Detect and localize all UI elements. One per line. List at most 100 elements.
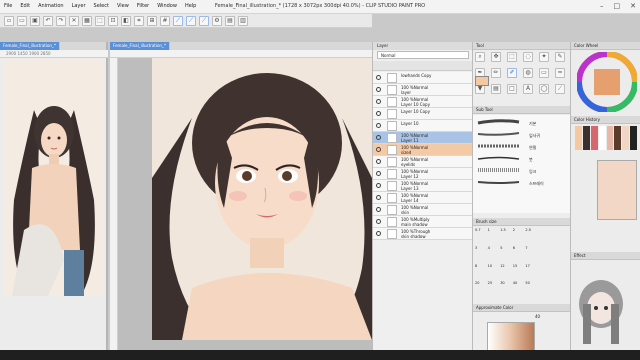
ruler-snap-icon[interactable]: ⟋ — [173, 15, 183, 26]
special-ruler-icon[interactable]: ⟋ — [186, 15, 196, 26]
grid-icon[interactable]: # — [160, 15, 170, 26]
size-option[interactable]: 5 — [500, 246, 512, 263]
figure-tool-icon[interactable]: □ — [507, 84, 517, 94]
layer-row[interactable]: 100 %Normal Layer 12 — [373, 168, 473, 180]
layer-row[interactable]: 100 %Multiply main shadow — [373, 216, 473, 228]
layer-folder-row[interactable]: 100 %Normal sized — [373, 144, 473, 156]
size-option[interactable]: 40 — [513, 281, 525, 298]
size-option[interactable]: 2 — [513, 228, 525, 245]
layer-row[interactable]: Layer 10 Copy — [373, 108, 473, 120]
size-option[interactable]: 20 — [475, 281, 487, 298]
approx-value[interactable]: 40 — [535, 314, 540, 319]
brush-stroke-preview[interactable] — [476, 178, 521, 186]
zoom-tool-icon[interactable]: ⌕ — [475, 52, 485, 62]
size-option[interactable]: 25 — [488, 281, 500, 298]
visibility-icon[interactable] — [376, 99, 381, 104]
lasso-tool-icon[interactable]: ◌ — [523, 52, 533, 62]
history-swatch[interactable] — [575, 126, 582, 150]
snap-icon[interactable]: ⊞ — [147, 15, 157, 26]
brush-stroke-preview[interactable] — [476, 154, 521, 162]
layer-row[interactable]: Layer 10 — [373, 120, 473, 132]
size-option[interactable]: 7 — [525, 246, 537, 263]
subtool-item[interactable]: 붓 — [529, 154, 544, 166]
visibility-icon[interactable] — [376, 147, 381, 152]
subtool-item[interactable]: 잎사귀 — [529, 130, 544, 142]
visibility-icon[interactable] — [376, 195, 381, 200]
layer-row[interactable]: lowhands Copy — [373, 72, 473, 84]
subtool-item[interactable]: 잉크 — [529, 166, 544, 178]
invert-icon[interactable]: ◧ — [121, 15, 131, 26]
layer-row[interactable]: 100 %Normal Layer 10 Copy — [373, 96, 473, 108]
brush-stroke-preview[interactable] — [476, 118, 521, 126]
history-swatch[interactable] — [598, 126, 606, 150]
subtool-item[interactable]: 기본 — [529, 118, 544, 130]
eraser-tool-icon[interactable]: ▭ — [539, 68, 549, 78]
text-tool-icon[interactable]: A — [523, 84, 533, 94]
layer-row[interactable]: 100 %Normal skin — [373, 204, 473, 216]
grid-snap-icon[interactable]: ⟋ — [199, 15, 209, 26]
blend-tool-icon[interactable]: ≈ — [555, 68, 565, 78]
visibility-icon[interactable] — [376, 111, 381, 116]
fill-icon[interactable]: ▦ — [82, 15, 92, 26]
move-tool-icon[interactable]: ✥ — [491, 52, 501, 62]
pencil-tool-icon[interactable]: ✏ — [491, 68, 501, 78]
history-swatch[interactable] — [630, 126, 637, 150]
size-option[interactable]: 10 — [488, 264, 500, 281]
visibility-icon[interactable] — [376, 123, 381, 128]
ruler-tool-icon[interactable]: ⟋ — [555, 84, 565, 94]
brush-tool-icon[interactable]: ✐ — [507, 68, 517, 78]
brush-stroke-preview[interactable] — [476, 142, 521, 150]
settings-icon[interactable]: ⚙ — [212, 15, 222, 26]
redo-icon[interactable]: ↷ — [56, 15, 66, 26]
layer-row[interactable]: 100 %Normal Layer 14 — [373, 192, 473, 204]
size-option[interactable]: 3 — [475, 246, 487, 263]
undo-icon[interactable]: ↶ — [43, 15, 53, 26]
visibility-icon[interactable] — [376, 87, 381, 92]
reference-thumbnail[interactable] — [597, 160, 637, 220]
maximize-icon[interactable]: □ — [614, 2, 621, 10]
layer-row-selected[interactable]: 100 %Normal Layer 11 — [373, 132, 473, 144]
visibility-icon[interactable] — [376, 207, 381, 212]
blend-mode-select[interactable]: Normal — [377, 51, 469, 59]
size-option[interactable]: 12 — [500, 264, 512, 281]
size-option[interactable]: 6 — [513, 246, 525, 263]
history-swatch[interactable] — [606, 126, 614, 150]
close-icon[interactable]: ✕ — [630, 2, 636, 10]
deselect-icon[interactable]: ⊡ — [108, 15, 118, 26]
wand-tool-icon[interactable]: ✦ — [539, 52, 549, 62]
layout-icon[interactable]: ▤ — [225, 15, 235, 26]
left-canvas[interactable] — [4, 60, 104, 296]
eyedropper-tool-icon[interactable]: ✎ — [555, 52, 565, 62]
transform-icon[interactable]: ⬚ — [95, 15, 105, 26]
visibility-icon[interactable] — [376, 219, 381, 224]
history-swatch[interactable] — [622, 126, 630, 150]
brush-stroke-preview[interactable] — [476, 166, 521, 174]
size-option[interactable]: 50 — [525, 281, 537, 298]
size-option[interactable]: 2.5 — [525, 228, 537, 245]
balloon-tool-icon[interactable]: ◯ — [539, 84, 549, 94]
color-wheel[interactable] — [577, 52, 637, 112]
layer-row[interactable]: 100 %Normal Layer 13 — [373, 180, 473, 192]
visibility-icon[interactable] — [376, 75, 381, 80]
size-option[interactable]: 15 — [513, 264, 525, 281]
visibility-icon[interactable] — [376, 231, 381, 236]
approx-color-grid[interactable] — [487, 322, 535, 352]
layer-row[interactable]: 100 %Through skin shadow — [373, 228, 473, 240]
size-option[interactable]: 8 — [475, 264, 487, 281]
tab-main-canvas[interactable]: Female_Final_illustration_* — [110, 42, 170, 50]
size-option[interactable]: 1 — [488, 228, 500, 245]
visibility-icon[interactable] — [376, 159, 381, 164]
subtool-item[interactable]: 스프레이 — [529, 178, 544, 190]
main-canvas[interactable] — [152, 58, 372, 340]
visibility-icon[interactable] — [376, 171, 381, 176]
save-icon[interactable]: ▣ — [30, 15, 40, 26]
brush-stroke-preview[interactable] — [476, 130, 521, 138]
size-option[interactable]: 4 — [488, 246, 500, 263]
visibility-icon[interactable] — [376, 183, 381, 188]
main-color-swatch[interactable] — [475, 76, 489, 86]
subtool-item[interactable]: 연필 — [529, 142, 544, 154]
size-option[interactable]: 17 — [525, 264, 537, 281]
airbrush-tool-icon[interactable]: ◍ — [523, 68, 533, 78]
new-icon[interactable]: ▫ — [4, 15, 14, 26]
clear-icon[interactable]: ✕ — [69, 15, 79, 26]
